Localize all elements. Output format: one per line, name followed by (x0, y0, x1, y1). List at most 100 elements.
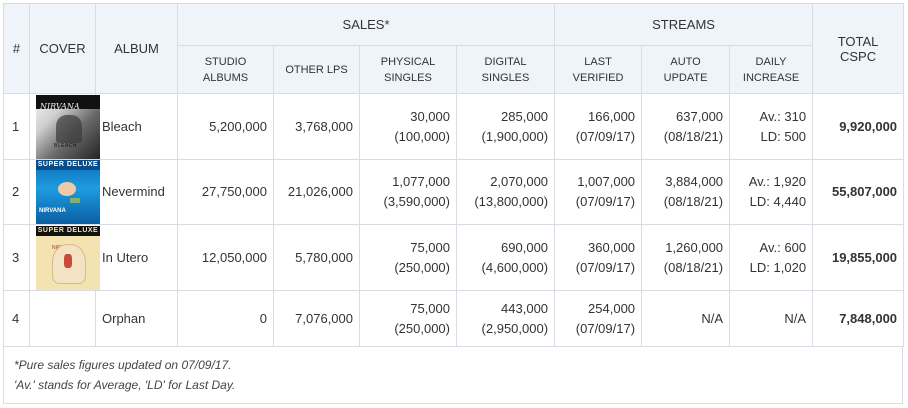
other-lps-value: 3,768,000 (273, 93, 360, 160)
cover-tag: BLEACH (54, 142, 78, 149)
digital-singles-equivalent: (1,900,000) (481, 128, 549, 144)
digital-singles-equivalent: (2,950,000) (481, 320, 549, 336)
header-sales-group: SALES* (176, 3, 556, 46)
last-verified-value: 254,000 (588, 300, 636, 316)
last-verified-date: (07/09/17) (575, 259, 636, 275)
physical-singles-cell: 1,077,000 (3,590,000) (359, 159, 457, 225)
album-name: Orphan (95, 290, 178, 347)
auto-update-value: 1,260,000 (665, 239, 724, 255)
table-row: 4 Orphan 0 7,076,000 75,000 (250,000) 443… (3, 290, 905, 347)
auto-update-cell: 1,260,000 (08/18/21) (641, 224, 731, 291)
row-index: 3 (3, 224, 30, 291)
physical-singles-equivalent: (3,590,000) (383, 194, 451, 209)
physical-singles-cell: 75,000 (250,000) (359, 290, 457, 347)
daily-increase-cell: Av.: 1,920 LD: 4,440 (729, 159, 814, 225)
daily-increase-cell: Av.: 600 LD: 1,020 (729, 224, 814, 291)
header-last-verified: LAST VERIFIED (554, 45, 643, 94)
header-digital-singles: DIGITAL SINGLES (455, 45, 556, 94)
table-row: 3 SUPER DELUXE NIRVANA In Utero 12,050,0… (3, 224, 905, 291)
header-physical-singles: PHYSICAL SINGLES (359, 45, 457, 94)
last-verified-date: (07/09/17) (575, 128, 636, 144)
digital-singles-equivalent: (4,600,000) (481, 259, 549, 275)
total-cspc-value: 7,848,000 (812, 290, 905, 347)
daily-increase-value: N/A (729, 290, 814, 347)
last-verified-cell: 360,000 (07/09/17) (554, 224, 643, 291)
bleach-cover-image: NIRVANA BLEACH (36, 94, 100, 159)
last-verified-date: (07/09/17) (575, 320, 636, 336)
row-index: 4 (3, 290, 30, 347)
other-lps-value: 21,026,000 (273, 159, 360, 225)
last-verified-value: 360,000 (588, 239, 636, 255)
album-cover-cell: NIRVANA BLEACH (29, 93, 100, 160)
digital-singles-value: 690,000 (501, 239, 549, 255)
cover-logo: NIRVANA (40, 101, 80, 111)
footnote-abbreviations: 'Av.' stands for Average, 'LD' for Last … (14, 378, 236, 392)
studio-albums-value: 12,050,000 (177, 224, 274, 291)
auto-update-value: 637,000 (676, 108, 724, 124)
daily-average: Av.: 310 (759, 108, 807, 124)
digital-singles-equivalent: (13,800,000) (474, 194, 549, 209)
physical-singles-value: 75,000 (410, 239, 450, 255)
studio-albums-value: 5,200,000 (177, 93, 274, 160)
physical-singles-equivalent: (250,000) (394, 320, 450, 336)
cover-figure (58, 182, 76, 196)
table-row: 2 SUPER DELUXE NIRVANA Nevermind 27,750,… (3, 159, 905, 225)
cspc-table: # COVER ALBUM SALES* STREAMS TOTAL CSPC … (3, 3, 905, 347)
last-verified-value: 1,007,000 (577, 174, 636, 189)
auto-update-cell: 637,000 (08/18/21) (641, 93, 731, 160)
album-cover-cell: SUPER DELUXE NIRVANA (29, 224, 100, 291)
header-daily-increase: DAILY INCREASE (729, 45, 814, 94)
header-other-lps: OTHER LPS (273, 45, 360, 94)
footnote-sales-update: *Pure sales figures updated on 07/09/17. (14, 358, 232, 372)
daily-last-day: LD: 1,020 (749, 259, 807, 275)
last-verified-date: (07/09/17) (575, 194, 636, 209)
physical-singles-cell: 30,000 (100,000) (359, 93, 457, 160)
physical-singles-value: 30,000 (410, 108, 450, 124)
header-album: ALBUM (95, 3, 178, 94)
physical-singles-cell: 75,000 (250,000) (359, 224, 457, 291)
studio-albums-value: 0 (177, 290, 274, 347)
daily-last-day: LD: 500 (760, 128, 807, 144)
row-index: 1 (3, 93, 30, 160)
table-header: # COVER ALBUM SALES* STREAMS TOTAL CSPC … (3, 3, 905, 94)
daily-average: Av.: 600 (759, 239, 807, 255)
last-verified-cell: 166,000 (07/09/17) (554, 93, 643, 160)
cover-banner: SUPER DELUXE (36, 225, 100, 236)
digital-singles-value: 285,000 (501, 108, 549, 124)
album-cover-cell: SUPER DELUXE NIRVANA (29, 159, 100, 225)
studio-albums-value: 27,750,000 (177, 159, 274, 225)
daily-average: Av.: 1,920 (748, 174, 807, 189)
daily-last-day: LD: 4,440 (749, 194, 807, 209)
total-cspc-value: 55,807,000 (812, 159, 905, 225)
header-streams-group: STREAMS (554, 3, 814, 46)
auto-update-date: (08/18/21) (663, 128, 724, 144)
album-name: In Utero (95, 224, 178, 291)
cspc-table-container: # COVER ALBUM SALES* STREAMS TOTAL CSPC … (3, 3, 905, 404)
total-cspc-value: 9,920,000 (812, 93, 905, 160)
last-verified-cell: 254,000 (07/09/17) (554, 290, 643, 347)
other-lps-value: 7,076,000 (273, 290, 360, 347)
digital-singles-cell: 285,000 (1,900,000) (455, 93, 556, 160)
physical-singles-value: 75,000 (410, 300, 450, 316)
header-index: # (3, 3, 30, 94)
other-lps-value: 5,780,000 (273, 224, 360, 291)
table-footnotes: *Pure sales figures updated on 07/09/17.… (3, 347, 903, 404)
physical-singles-equivalent: (250,000) (394, 259, 450, 275)
cover-logo: NIRVANA (39, 208, 66, 214)
last-verified-cell: 1,007,000 (07/09/17) (554, 159, 643, 225)
digital-singles-cell: 2,070,000 (13,800,000) (455, 159, 556, 225)
digital-singles-cell: 443,000 (2,950,000) (455, 290, 556, 347)
in-utero-cover-image: SUPER DELUXE NIRVANA (36, 225, 100, 290)
table-row: 1 NIRVANA BLEACH Bleach 5,200,000 3,768,… (3, 93, 905, 160)
album-name: Bleach (95, 93, 178, 160)
cover-bill (70, 198, 80, 203)
table-body: 1 NIRVANA BLEACH Bleach 5,200,000 3,768,… (3, 93, 905, 347)
auto-update-date: (08/18/21) (663, 259, 724, 275)
auto-update-value: N/A (641, 290, 731, 347)
digital-singles-cell: 690,000 (4,600,000) (455, 224, 556, 291)
header-studio-albums: STUDIO ALBUMS (177, 45, 274, 94)
digital-singles-value: 443,000 (501, 300, 549, 316)
digital-singles-value: 2,070,000 (490, 174, 549, 189)
auto-update-cell: 3,884,000 (08/18/21) (641, 159, 731, 225)
last-verified-value: 166,000 (588, 108, 636, 124)
